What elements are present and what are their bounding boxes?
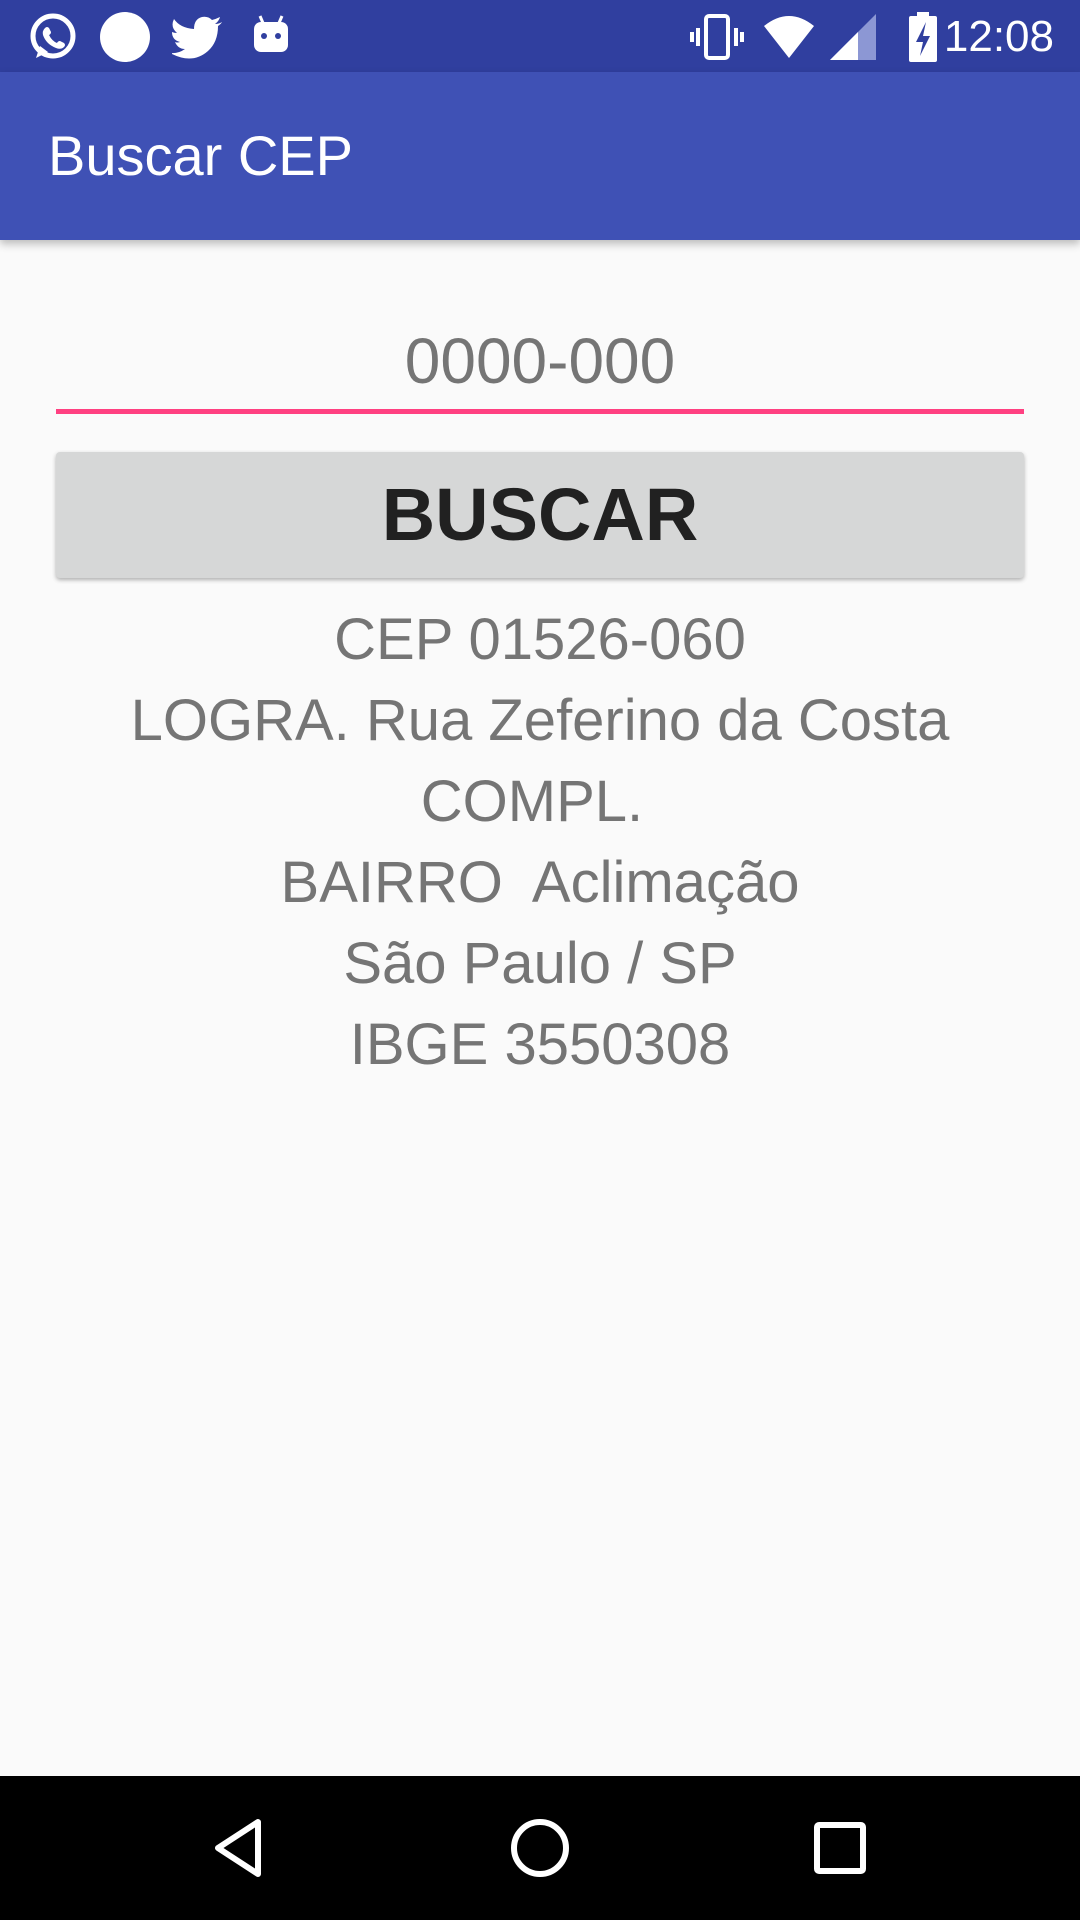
status-time: 12:08 bbox=[943, 12, 1054, 61]
cep-input[interactable] bbox=[56, 316, 1024, 406]
cep-input-underline bbox=[56, 409, 1024, 414]
wifi-icon bbox=[762, 10, 816, 64]
result-cep: CEP 01526-060 bbox=[334, 607, 746, 672]
cep-field bbox=[56, 316, 1024, 416]
address-result: CEP 01526-060 LOGRA. Rua Zeferino da Cos… bbox=[0, 599, 1080, 1085]
navigation-bar bbox=[0, 1776, 1080, 1920]
cell-signal-icon bbox=[826, 10, 880, 64]
app-title: Buscar CEP bbox=[48, 124, 353, 187]
result-complemento: COMPL. bbox=[420, 769, 660, 834]
back-icon[interactable] bbox=[200, 1808, 280, 1888]
circle-icon bbox=[98, 10, 152, 64]
status-bar: 12:08 bbox=[0, 0, 1080, 72]
result-cidade-uf: São Paulo / SP bbox=[343, 931, 737, 996]
result-bairro: BAIRRO Aclimação bbox=[280, 850, 800, 915]
result-ibge: IBGE 3550308 bbox=[349, 1012, 731, 1077]
result-logradouro: LOGRA. Rua Zeferino da Costa bbox=[130, 688, 950, 753]
recents-icon[interactable] bbox=[800, 1808, 880, 1888]
app-bar: Buscar CEP bbox=[0, 72, 1080, 240]
twitter-icon bbox=[170, 10, 226, 64]
whatsapp-icon bbox=[26, 10, 80, 64]
search-button[interactable]: BUSCAR bbox=[56, 452, 1024, 578]
android-icon bbox=[244, 10, 298, 64]
home-icon[interactable] bbox=[500, 1808, 580, 1888]
vibrate-icon bbox=[690, 10, 744, 64]
battery-charging-icon bbox=[896, 10, 950, 64]
